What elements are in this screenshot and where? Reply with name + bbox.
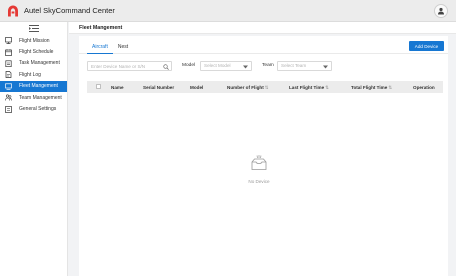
sidebar: Flight Mission Flight Schedule Task Mana… bbox=[0, 22, 68, 276]
sidebar-item-label: Flight Log bbox=[19, 71, 41, 78]
column-header-total-flight-time[interactable]: Total Flight Time⇅ bbox=[351, 85, 392, 91]
column-header-last-flight-time[interactable]: Last Flight Time⇅ bbox=[289, 85, 329, 91]
empty-state-text: No Device bbox=[248, 179, 270, 184]
fleet-icon bbox=[5, 83, 12, 90]
sidebar-item-label: Team Management bbox=[19, 94, 62, 101]
column-header-operation: Operation bbox=[413, 84, 435, 90]
tab-nest[interactable]: Nest bbox=[113, 42, 133, 54]
select-all-checkbox[interactable] bbox=[96, 84, 101, 89]
sidebar-item-flight-schedule[interactable]: Flight Schedule bbox=[0, 46, 67, 57]
empty-state: No Device bbox=[234, 154, 284, 184]
sidebar-item-label: Flight Mission bbox=[19, 37, 50, 44]
sidebar-item-general-settings[interactable]: General Settings bbox=[0, 103, 67, 114]
calendar-icon bbox=[5, 48, 12, 56]
sidebar-item-fleet-management[interactable]: Fleet Mangement bbox=[0, 80, 67, 92]
add-device-button[interactable]: Add Device bbox=[409, 41, 444, 51]
sidebar-item-label: Fleet Mangement bbox=[19, 83, 58, 90]
log-icon bbox=[5, 71, 12, 79]
search-box bbox=[87, 61, 172, 71]
column-header-model: Model bbox=[190, 84, 204, 90]
column-header-serial-number: Serial Number bbox=[143, 84, 175, 90]
device-tabs: Aircraft Nest bbox=[87, 42, 133, 54]
team-filter-label: Team bbox=[262, 63, 274, 68]
model-select[interactable]: Select Model bbox=[200, 61, 252, 71]
sidebar-item-label: Flight Schedule bbox=[19, 49, 54, 56]
sidebar-item-task-management[interactable]: Task Management bbox=[0, 58, 67, 69]
clipboard-icon bbox=[5, 60, 12, 67]
team-select[interactable]: Select Team bbox=[277, 61, 332, 71]
tab-aircraft[interactable]: Aircraft bbox=[87, 42, 113, 54]
app-title: Autel SkyCommand Center bbox=[24, 6, 115, 15]
sidebar-item-team-management[interactable]: Team Management bbox=[0, 92, 67, 103]
search-input[interactable] bbox=[91, 63, 161, 70]
page-title: Fleet Mangement bbox=[69, 22, 456, 34]
empty-box-icon bbox=[251, 155, 267, 170]
search-icon[interactable] bbox=[163, 63, 169, 70]
sort-icon[interactable]: ⇅ bbox=[388, 85, 392, 90]
sort-icon[interactable]: ⇅ bbox=[325, 85, 329, 90]
column-header-name: Name bbox=[111, 84, 124, 90]
sidebar-item-label: General Settings bbox=[19, 106, 57, 113]
top-bar: Autel SkyCommand Center bbox=[0, 0, 456, 22]
fleet-panel: Aircraft Nest Add Device Model Select Mo… bbox=[79, 36, 448, 276]
collapse-menu-button[interactable] bbox=[0, 22, 67, 35]
sidebar-item-label: Task Management bbox=[19, 60, 60, 67]
chevron-down-icon bbox=[243, 65, 248, 68]
tab-divider bbox=[79, 53, 448, 54]
flight-mission-icon bbox=[5, 37, 12, 45]
user-avatar-icon[interactable] bbox=[434, 4, 448, 18]
model-select-placeholder: Select Model bbox=[204, 63, 231, 68]
team-icon bbox=[5, 94, 12, 101]
menu-fold-icon bbox=[28, 25, 39, 32]
chevron-down-icon bbox=[323, 65, 328, 68]
autel-logo-icon bbox=[8, 5, 18, 16]
column-header-number-of-flight[interactable]: Number of Flight⇅ bbox=[227, 85, 269, 91]
sidebar-item-flight-log[interactable]: Flight Log bbox=[0, 69, 67, 80]
filter-bar: Model Select Model Team Select Team bbox=[87, 61, 427, 71]
sort-icon[interactable]: ⇅ bbox=[265, 85, 269, 90]
sidebar-item-flight-mission[interactable]: Flight Mission bbox=[0, 35, 67, 46]
table-header: Name Serial Number Model Number of Fligh… bbox=[87, 81, 443, 93]
model-filter-label: Model bbox=[182, 63, 196, 68]
settings-icon bbox=[5, 105, 12, 113]
team-select-placeholder: Select Team bbox=[281, 63, 307, 68]
